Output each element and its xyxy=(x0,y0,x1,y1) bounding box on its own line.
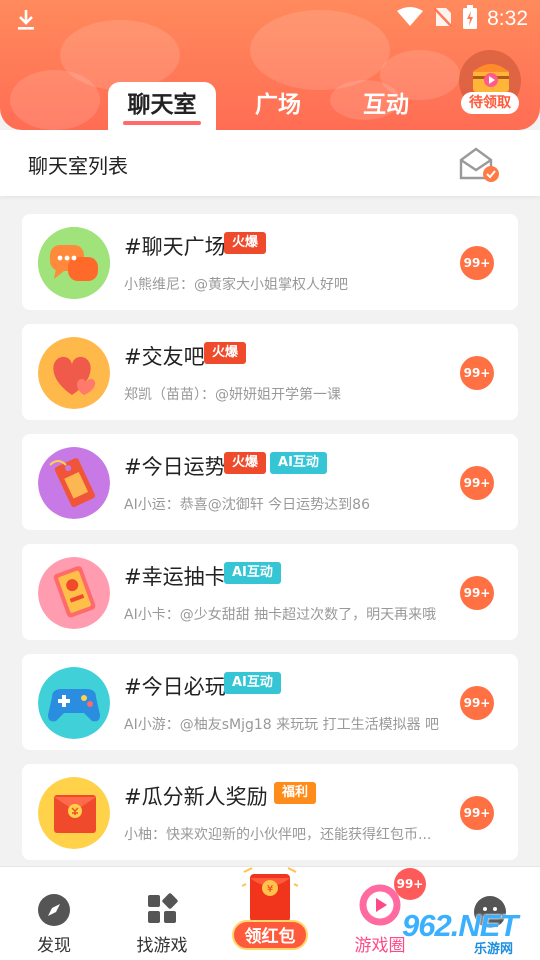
room-last-message: 小柚：快来欢迎新的小伙伴吧，还能获得红包币... xyxy=(124,827,432,843)
lucky-card-icon xyxy=(38,557,110,629)
top-header: 8:32 聊天室 广场 互动 待领取 xyxy=(0,0,540,130)
nav-red-packet[interactable]: ¥ 领红包 xyxy=(230,858,310,958)
status-time: 8:32 xyxy=(487,7,528,30)
room-last-message: AI小运：恭喜@沈御轩 今日运势达到86 xyxy=(124,497,370,513)
red-envelope-icon xyxy=(38,777,110,849)
tab-interact[interactable]: 互动 xyxy=(332,82,440,130)
tab-interact-label: 互动 xyxy=(363,92,409,118)
unread-count-badge: 99+ xyxy=(460,356,494,390)
unread-count-badge: 99+ xyxy=(460,466,494,500)
top-tabs: 聊天室 广场 互动 xyxy=(108,82,440,130)
mark-read-envelope-icon[interactable] xyxy=(458,146,502,188)
nav-discover[interactable]: 发现 xyxy=(4,867,104,960)
nav-red-packet-label: 领红包 xyxy=(232,920,308,950)
list-item[interactable]: #今日必玩 AI互动 AI小游：@柚友sMjg18 来玩玩 打工生活模拟器 吧 … xyxy=(22,654,518,750)
page-title: 聊天室列表 xyxy=(28,154,128,178)
reward-button[interactable]: 待领取 xyxy=(457,50,523,116)
ai-interact-badge: AI互动 xyxy=(224,562,281,584)
reward-badge: 待领取 xyxy=(461,92,519,114)
unread-count-badge: 99+ xyxy=(460,246,494,280)
unread-count-badge: 99+ xyxy=(460,686,494,720)
list-item[interactable]: #交友吧 火爆 郑凯（苗苗）：@妍妍姐开学第一课 99+ xyxy=(22,324,518,420)
unread-count-badge: 99+ xyxy=(460,796,494,830)
nav-find-games-label: 找游戏 xyxy=(136,936,188,956)
ai-interact-badge: AI互动 xyxy=(224,672,281,694)
fortune-tag-icon xyxy=(38,447,110,519)
tab-square[interactable]: 广场 xyxy=(224,82,332,130)
hearts-icon xyxy=(38,337,110,409)
active-tab-underline xyxy=(123,121,201,125)
nav-find-games[interactable]: 找游戏 xyxy=(112,867,212,960)
battery-icon xyxy=(463,5,478,33)
room-title: #交友吧 xyxy=(124,345,205,369)
room-title: #今日运势 xyxy=(124,455,226,479)
download-icon xyxy=(16,8,36,36)
unread-count-badge: 99+ xyxy=(460,576,494,610)
room-title: #聊天广场 xyxy=(124,235,226,259)
room-title: #幸运抽卡 xyxy=(124,565,226,589)
tab-square-label: 广场 xyxy=(255,92,301,118)
compass-icon xyxy=(37,893,71,931)
room-last-message: 郑凯（苗苗）：@妍妍姐开学第一课 xyxy=(124,387,341,403)
no-sim-icon xyxy=(433,6,453,32)
status-bar: 8:32 xyxy=(0,0,540,40)
game-circle-badge: 99+ xyxy=(394,868,426,900)
list-item[interactable]: #聊天广场 火爆 小熊维尼：@黄家大小姐掌权人好吧 99+ xyxy=(22,214,518,310)
ai-interact-badge: AI互动 xyxy=(270,452,327,474)
red-packet-icon: ¥ xyxy=(241,864,299,928)
room-title: #瓜分新人奖励 xyxy=(124,785,268,809)
watermark: 962.NET 乐游网 xyxy=(402,908,536,958)
room-last-message: AI小游：@柚友sMjg18 来玩玩 打工生活模拟器 吧 xyxy=(124,717,440,733)
gamepad-icon xyxy=(38,667,110,739)
room-title: #今日必玩 xyxy=(124,675,226,699)
list-item[interactable]: #瓜分新人奖励 福利 小柚：快来欢迎新的小伙伴吧，还能获得红包币... 99+ xyxy=(22,764,518,860)
chat-bubbles-icon xyxy=(38,227,110,299)
room-last-message: 小熊维尼：@黄家大小姐掌权人好吧 xyxy=(124,277,348,293)
tab-chatroom[interactable]: 聊天室 xyxy=(108,82,216,130)
tab-chatroom-label: 聊天室 xyxy=(127,92,197,118)
nav-discover-label: 发现 xyxy=(37,936,71,956)
room-list: #聊天广场 火爆 小熊维尼：@黄家大小姐掌权人好吧 99+ #交友吧 火爆 郑凯… xyxy=(22,214,518,874)
list-item[interactable]: #幸运抽卡 AI互动 AI小卡：@少女甜甜 抽卡超过次数了，明天再来哦 99+ xyxy=(22,544,518,640)
hot-badge: 火爆 xyxy=(224,452,267,474)
svg-text:¥: ¥ xyxy=(267,884,273,895)
room-last-message: AI小卡：@少女甜甜 抽卡超过次数了，明天再来哦 xyxy=(124,607,437,623)
watermark-sub: 乐游网 xyxy=(474,942,514,957)
wifi-icon xyxy=(397,7,424,31)
welfare-badge: 福利 xyxy=(274,782,317,804)
hot-badge: 火爆 xyxy=(224,232,267,254)
grid-icon xyxy=(146,893,178,929)
list-item[interactable]: #今日运势 火爆 AI互动 AI小运：恭喜@沈御轩 今日运势达到86 99+ xyxy=(22,434,518,530)
hot-badge: 火爆 xyxy=(204,342,247,364)
